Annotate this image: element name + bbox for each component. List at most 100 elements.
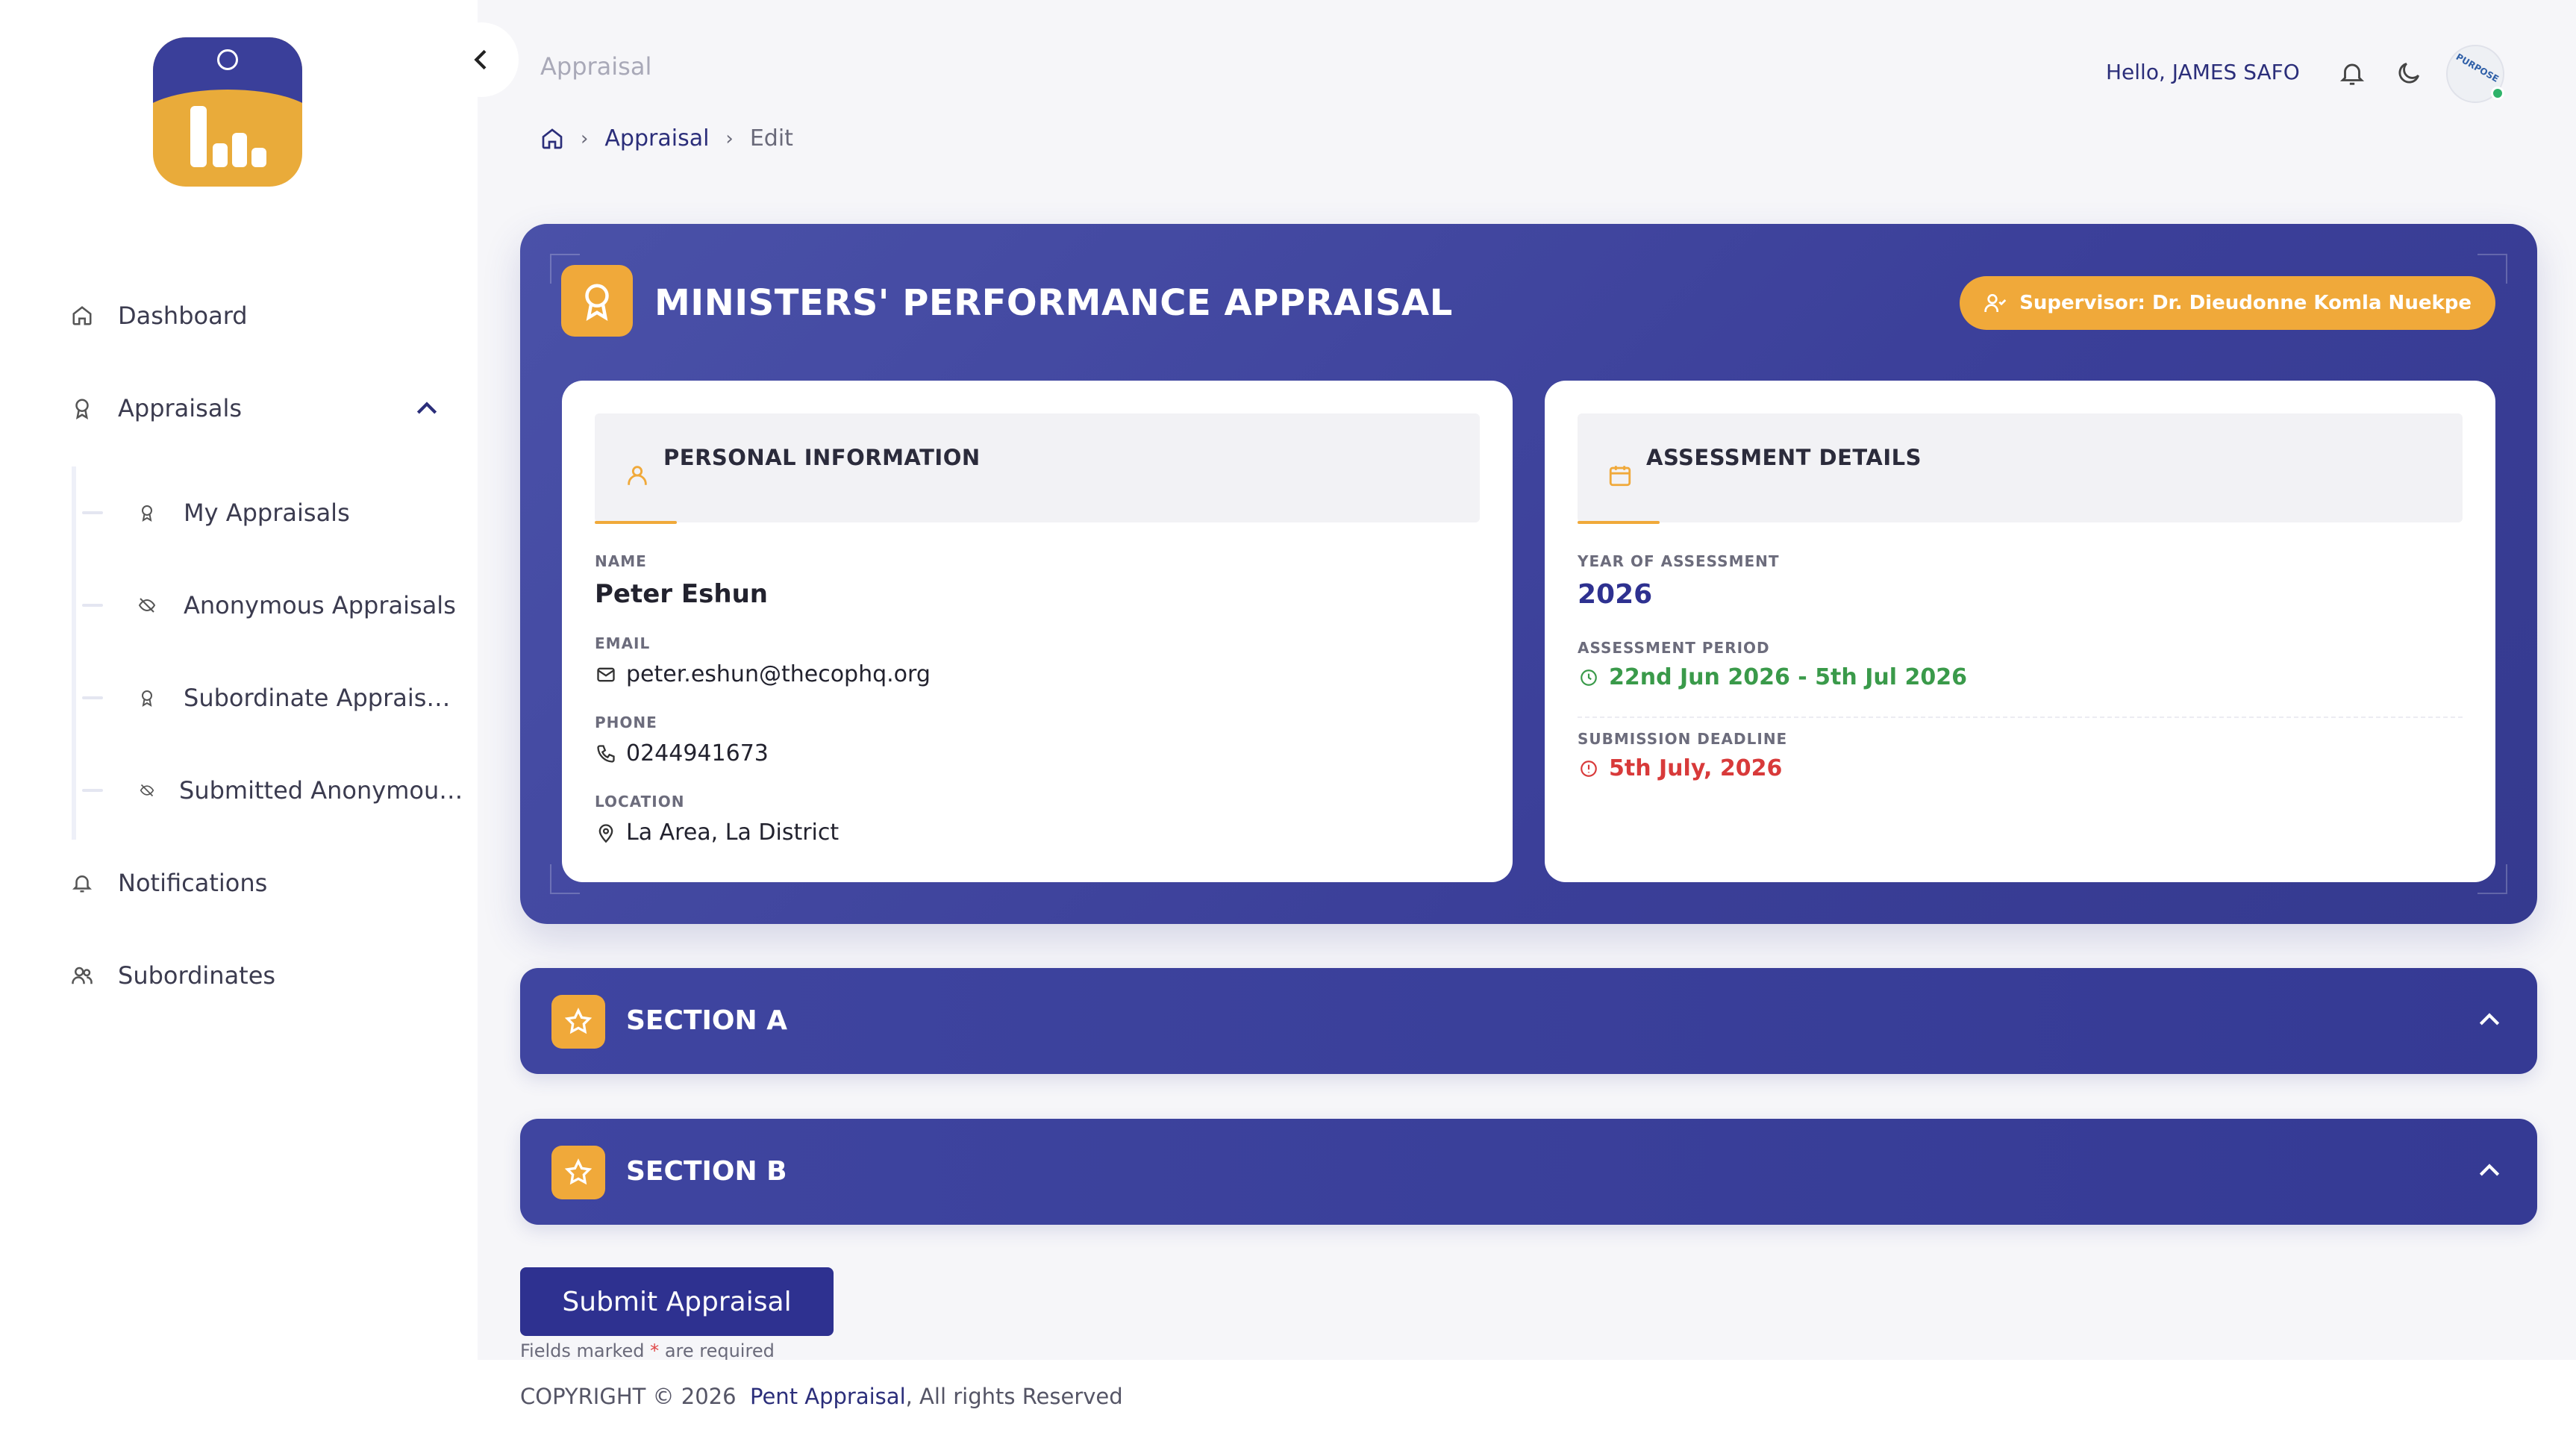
sidebar: Dashboard Appraisals My Appraisals Anony…: [0, 0, 478, 1430]
sidebar-item-label: Dashboard: [118, 302, 248, 330]
award-icon: [561, 265, 633, 337]
year-value: 2026: [1578, 579, 1653, 610]
avatar[interactable]: PURPOSE: [2446, 45, 2504, 103]
divider: [1578, 716, 2463, 718]
period-value: 22nd Jun 2026 - 5th Jul 2026: [1578, 664, 1967, 690]
breadcrumb-appraisal-link[interactable]: Appraisal: [604, 125, 709, 152]
page-title: Appraisal: [540, 52, 652, 81]
award-icon: [136, 502, 158, 524]
deadline-value: 5th July, 2026: [1578, 755, 1782, 781]
submit-appraisal-button[interactable]: Submit Appraisal: [520, 1267, 834, 1336]
card-title: PERSONAL INFORMATION: [663, 445, 981, 470]
required-star: *: [650, 1340, 660, 1361]
section-label: SECTION A: [626, 1005, 788, 1036]
location-label: LOCATION: [595, 793, 685, 811]
appraisal-title: MINISTERS' PERFORMANCE APPRAISAL: [654, 282, 1453, 324]
app-logo[interactable]: [153, 37, 302, 187]
sidebar-subitem-my-appraisals[interactable]: My Appraisals: [82, 499, 350, 527]
eye-off-icon: [136, 594, 158, 616]
alert-circle-icon: [1578, 758, 1600, 780]
award-icon: [136, 687, 158, 709]
mail-icon: [595, 664, 617, 686]
sidebar-subitem-label: My Appraisals: [184, 499, 350, 527]
period-text: 22nd Jun 2026 - 5th Jul 2026: [1609, 664, 1967, 690]
email-text: peter.eshun@thecophq.org: [626, 661, 931, 687]
deadline-text: 5th July, 2026: [1609, 755, 1783, 781]
req-prefix: Fields marked: [520, 1340, 645, 1361]
home-icon: [69, 302, 96, 329]
phone-value: 0244941673: [595, 740, 769, 766]
sidebar-item-dashboard[interactable]: Dashboard: [69, 302, 248, 330]
card-title: ASSESSMENT DETAILS: [1646, 445, 1922, 470]
emblem-icon: [217, 49, 238, 70]
breadcrumb: › Appraisal › Edit: [540, 125, 793, 152]
avatar-text: PURPOSE: [2454, 51, 2501, 84]
sidebar-subitem-label: Submitted Anonymou…: [179, 776, 463, 805]
map-pin-icon: [595, 822, 617, 844]
bell-icon: [69, 869, 96, 896]
section-b-accordion[interactable]: SECTION B: [520, 1119, 2537, 1225]
clock-icon: [1578, 666, 1600, 689]
breadcrumb-current: Edit: [749, 125, 793, 152]
footer: COPYRIGHT © 2026 Pent Appraisal, All rig…: [478, 1360, 2576, 1430]
sidebar-item-label: Appraisals: [118, 394, 243, 422]
user-greeting: Hello, JAMES SAFO: [2106, 60, 2300, 84]
deadline-label: SUBMISSION DEADLINE: [1578, 730, 1788, 748]
assessment-details-header: ASSESSMENT DETAILS: [1578, 413, 2463, 524]
section-a-accordion[interactable]: SECTION A: [520, 968, 2537, 1074]
sidebar-collapse-button[interactable]: [444, 22, 519, 97]
bell-icon[interactable]: [2336, 57, 2369, 90]
email-label: EMAIL: [595, 634, 651, 652]
period-label: ASSESSMENT PERIOD: [1578, 639, 1770, 657]
personal-info-header: PERSONAL INFORMATION: [595, 413, 1480, 524]
sidebar-item-notifications[interactable]: Notifications: [69, 869, 267, 897]
section-label: SECTION B: [626, 1156, 787, 1187]
phone-icon: [595, 743, 617, 765]
copyright-prefix: COPYRIGHT © 2026: [520, 1384, 737, 1409]
moon-icon[interactable]: [2392, 57, 2425, 90]
footer-brand-link[interactable]: Pent Appraisal: [750, 1384, 906, 1409]
sidebar-subitem-label: Anonymous Appraisals: [184, 591, 456, 619]
req-suffix: are required: [664, 1340, 775, 1361]
star-icon: [551, 995, 605, 1049]
sidebar-subitem-subordinate-appraisals[interactable]: Subordinate Apprais…: [82, 684, 450, 712]
phone-text: 0244941673: [626, 740, 769, 766]
chevron-left-icon: [474, 49, 487, 70]
chevron-right-icon: ›: [581, 127, 589, 150]
supervisor-text: Supervisor: Dr. Dieudonne Komla Nuekpe: [2019, 292, 2472, 314]
eye-off-icon: [136, 779, 158, 802]
sidebar-item-label: Subordinates: [118, 961, 276, 990]
phone-label: PHONE: [595, 714, 657, 731]
location-text: La Area, La District: [626, 819, 840, 846]
chevron-up-icon[interactable]: [2475, 1156, 2504, 1186]
sidebar-item-label: Notifications: [118, 869, 268, 897]
sidebar-subitem-label: Subordinate Apprais…: [184, 684, 451, 712]
submenu-rail: [72, 466, 76, 840]
chevron-up-icon[interactable]: [412, 394, 442, 424]
assessment-details-card: ASSESSMENT DETAILS YEAR OF ASSESSMENT 20…: [1545, 381, 2495, 882]
supervisor-badge: Supervisor: Dr. Dieudonne Komla Nuekpe: [1960, 276, 2495, 330]
copyright-suffix: , All rights Reserved: [905, 1384, 1123, 1409]
user-check-icon: [1983, 291, 2007, 315]
sidebar-item-appraisals[interactable]: Appraisals: [69, 394, 242, 422]
appraisal-hero-card: MINISTERS' PERFORMANCE APPRAISAL Supervi…: [520, 224, 2537, 924]
online-status-dot: [2491, 87, 2504, 100]
required-fields-note: Fields marked * are required: [520, 1340, 775, 1361]
sidebar-subitem-anonymous-appraisals[interactable]: Anonymous Appraisals: [82, 591, 456, 619]
sidebar-subitem-submitted-anonymous[interactable]: Submitted Anonymou…: [82, 776, 463, 805]
star-icon: [551, 1146, 605, 1199]
chevron-right-icon: ›: [725, 127, 734, 150]
home-icon[interactable]: [540, 127, 564, 151]
chevron-up-icon[interactable]: [2475, 1005, 2504, 1035]
personal-info-card: PERSONAL INFORMATION NAME Peter Eshun EM…: [562, 381, 1513, 882]
users-icon: [69, 962, 96, 989]
location-value: La Area, La District: [595, 819, 839, 846]
copyright-text: COPYRIGHT © 2026 Pent Appraisal, All rig…: [520, 1384, 1123, 1409]
year-label: YEAR OF ASSESSMENT: [1578, 552, 1780, 570]
calendar-icon: [1607, 463, 1634, 490]
email-value: peter.eshun@thecophq.org: [595, 661, 931, 687]
user-icon: [625, 463, 651, 490]
sidebar-item-subordinates[interactable]: Subordinates: [69, 961, 275, 990]
name-value: Peter Eshun: [595, 579, 768, 609]
award-icon: [69, 395, 96, 422]
